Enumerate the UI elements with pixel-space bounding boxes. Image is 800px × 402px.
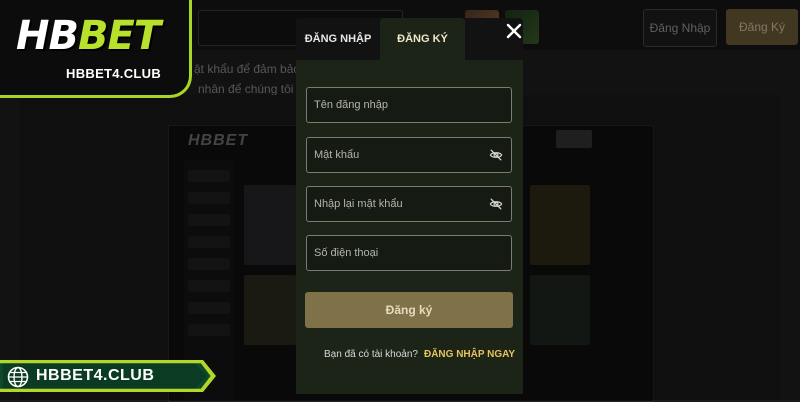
username-input[interactable] bbox=[314, 99, 484, 111]
modal-tab-bar: ĐĂNG NHẬP ĐĂNG KÝ bbox=[296, 18, 523, 60]
close-icon[interactable] bbox=[501, 18, 527, 44]
phone-field[interactable] bbox=[306, 235, 512, 271]
switch-question: Bạn đã có tài khoản? bbox=[324, 349, 418, 360]
phone-input[interactable] bbox=[314, 247, 484, 259]
brand-logo: HBBET bbox=[16, 13, 161, 59]
brand-badge: HBBET HBBET4.CLUB bbox=[0, 0, 192, 98]
eye-off-icon[interactable] bbox=[489, 197, 503, 211]
globe-icon bbox=[7, 366, 29, 388]
password-input[interactable] bbox=[314, 149, 484, 161]
tab-login[interactable]: ĐĂNG NHẬP bbox=[296, 18, 380, 60]
brand-logo-part2: BET bbox=[77, 13, 161, 59]
confirm-password-input[interactable] bbox=[314, 198, 484, 210]
confirm-password-field[interactable] bbox=[306, 186, 512, 222]
password-field[interactable] bbox=[306, 137, 512, 173]
tab-register[interactable]: ĐĂNG KÝ bbox=[380, 18, 465, 60]
domain-text: HBBET4.CLUB bbox=[36, 367, 155, 384]
eye-off-icon[interactable] bbox=[489, 148, 503, 162]
switch-to-login: Bạn đã có tài khoản? ĐĂNG NHẬP NGAY bbox=[324, 349, 515, 360]
username-field[interactable] bbox=[306, 87, 512, 123]
brand-logo-part1: HB bbox=[16, 13, 79, 59]
brand-subtitle: HBBET4.CLUB bbox=[66, 66, 162, 81]
register-submit-button[interactable]: Đăng ký bbox=[305, 292, 513, 328]
login-now-link[interactable]: ĐĂNG NHẬP NGAY bbox=[424, 349, 515, 360]
